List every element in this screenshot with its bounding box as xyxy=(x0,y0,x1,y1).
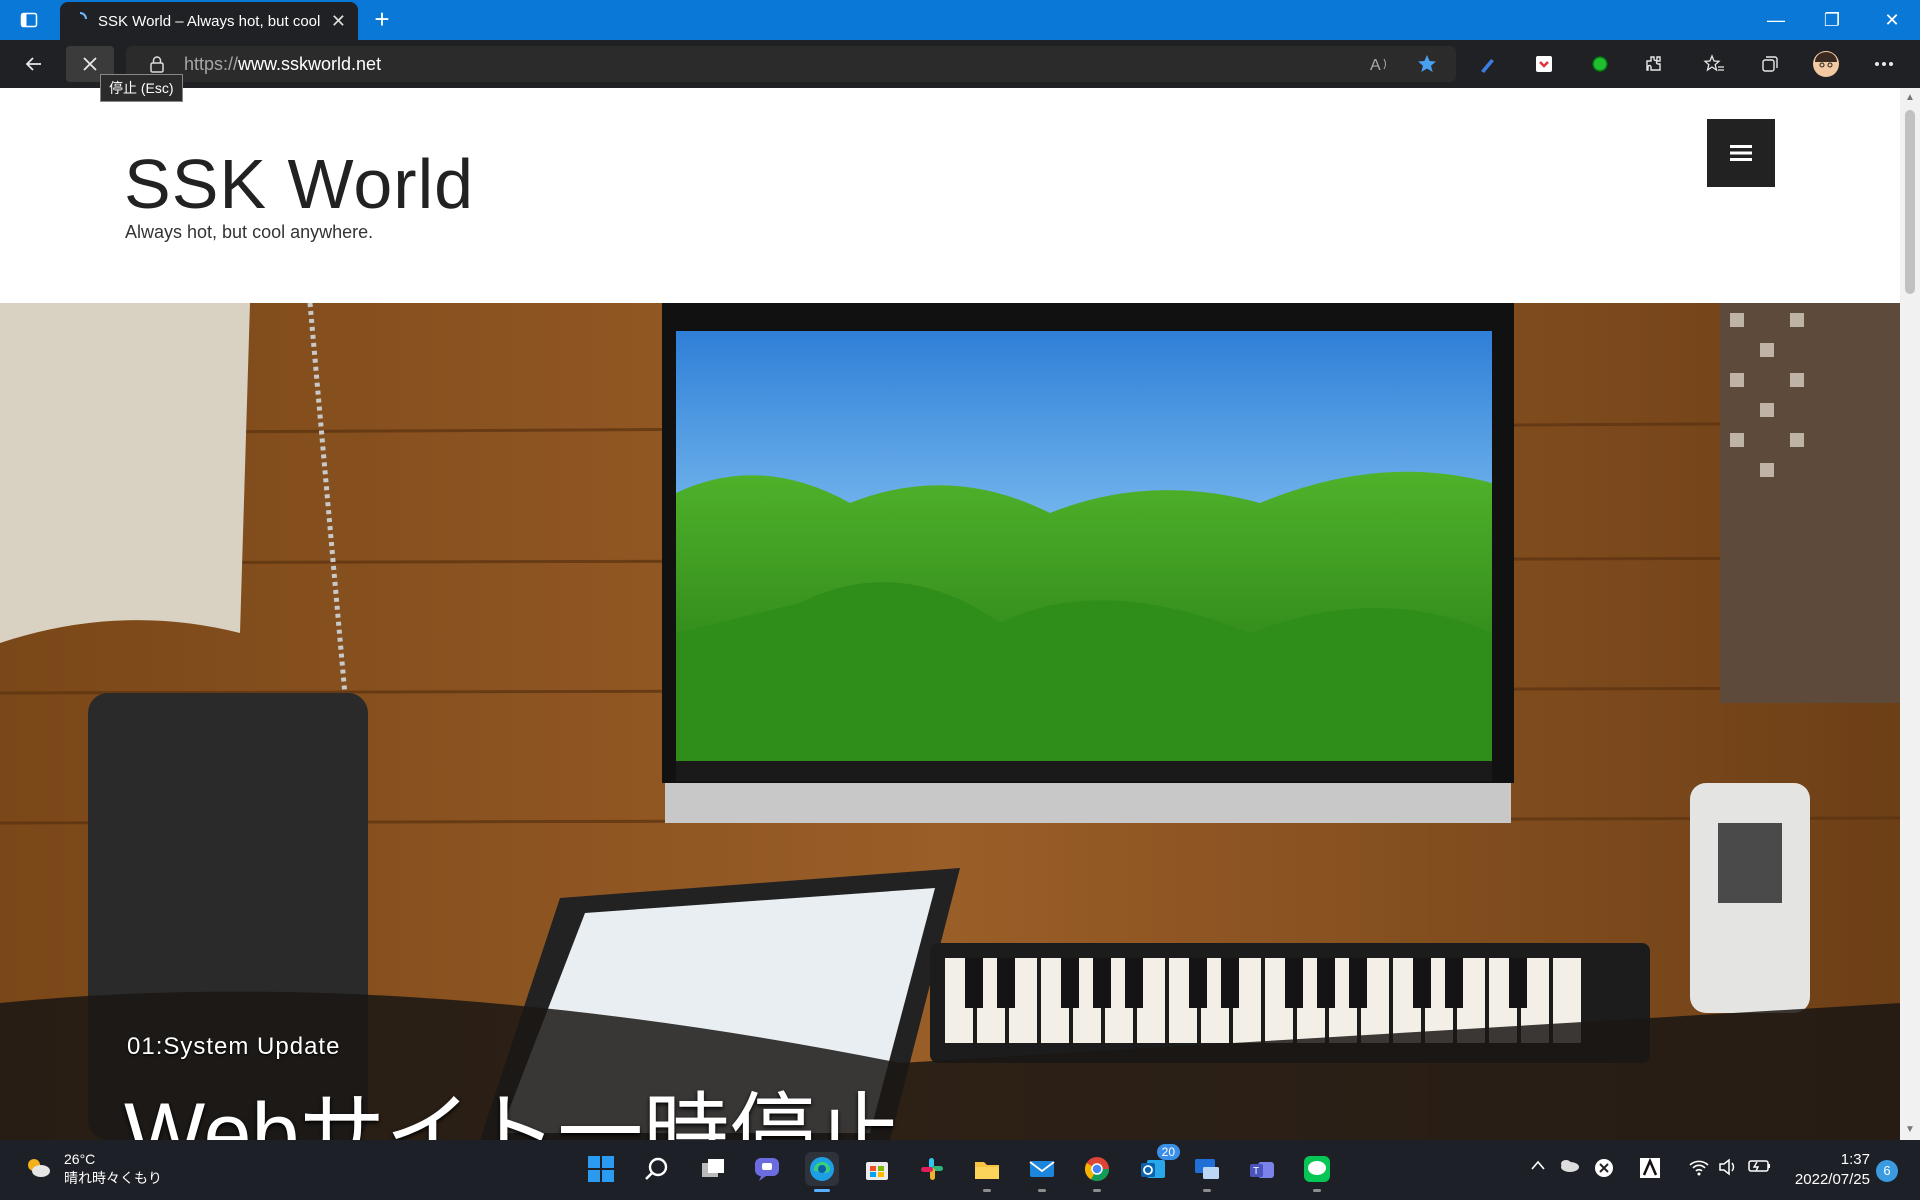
system-clock[interactable]: 1:37 2022/07/25 xyxy=(1780,1150,1870,1190)
collections-icon[interactable] xyxy=(1752,46,1788,82)
chrome-icon[interactable] xyxy=(1080,1152,1114,1192)
file-explorer-icon[interactable] xyxy=(970,1152,1004,1192)
slack-icon[interactable] xyxy=(915,1152,949,1186)
store-icon[interactable] xyxy=(860,1152,894,1186)
browser-toolbar: https://www.sskworld.net A xyxy=(0,40,1920,88)
adobe-tray-icon[interactable] xyxy=(1640,1157,1660,1183)
svg-text:T: T xyxy=(1253,1166,1259,1177)
search-icon[interactable] xyxy=(640,1152,674,1186)
notification-count-badge[interactable]: 6 xyxy=(1876,1160,1898,1182)
windows-taskbar: 26°C 晴れ時々くもり 20 T 1:37 2022/07/25 6 xyxy=(0,1140,1920,1200)
weather-temp: 26°C xyxy=(64,1151,96,1167)
back-button[interactable] xyxy=(16,46,52,82)
battery-icon[interactable] xyxy=(1748,1158,1772,1179)
volume-icon[interactable] xyxy=(1718,1158,1740,1181)
more-menu-icon[interactable] xyxy=(1866,46,1902,82)
minimize-button[interactable]: — xyxy=(1748,0,1804,40)
site-tagline: Always hot, but cool anywhere. xyxy=(125,222,374,242)
site-title[interactable]: SSK World xyxy=(124,144,474,224)
pen-extension-icon[interactable] xyxy=(1470,46,1506,82)
lock-icon[interactable] xyxy=(148,55,166,73)
pocket-extension-icon[interactable] xyxy=(1526,46,1562,82)
favorites-icon[interactable] xyxy=(1696,46,1732,82)
url-host: www.sskworld.net xyxy=(238,53,382,74)
teams-icon[interactable]: T xyxy=(1245,1152,1279,1186)
restore-button[interactable]: ❐ xyxy=(1804,0,1860,40)
chat-icon[interactable] xyxy=(750,1152,784,1186)
tab-actions-icon[interactable] xyxy=(14,8,44,32)
onedrive-icon[interactable] xyxy=(1558,1158,1580,1177)
tab-title: SSK World – Always hot, but cool anywher… xyxy=(98,12,323,30)
hero-title[interactable]: Webサイト一時停止 xyxy=(124,1063,901,1140)
line-app-icon[interactable] xyxy=(1300,1152,1334,1192)
mail-icon[interactable] xyxy=(1025,1152,1059,1192)
favorite-star-icon[interactable] xyxy=(1416,53,1438,80)
close-window-button[interactable]: ✕ xyxy=(1864,0,1920,40)
clock-date: 2022/07/25 xyxy=(1794,1171,1870,1188)
show-hidden-icons-icon[interactable] xyxy=(1530,1158,1546,1176)
web-page: SSK World Always hot, but cool anywhere. xyxy=(0,88,1900,1140)
hero-image[interactable]: 01:System Update Webサイト一時停止 xyxy=(0,303,1900,1140)
clock-time: 1:37 xyxy=(1840,1151,1870,1168)
outlook-icon[interactable]: 20 xyxy=(1136,1144,1180,1186)
start-button[interactable] xyxy=(584,1152,618,1186)
tab-close-icon[interactable]: ✕ xyxy=(331,11,346,32)
extensions-icon[interactable] xyxy=(1636,46,1672,82)
scroll-up-arrow-icon[interactable]: ▲ xyxy=(1904,92,1916,104)
url-scheme: https:// xyxy=(184,53,239,74)
loading-icon xyxy=(72,11,88,31)
new-tab-button[interactable]: + xyxy=(368,6,396,34)
remote-desktop-icon[interactable] xyxy=(1190,1152,1224,1192)
green-extension-icon[interactable] xyxy=(1582,46,1618,82)
svg-text:A: A xyxy=(1370,57,1381,74)
read-aloud-icon[interactable]: A xyxy=(1370,54,1392,79)
profile-avatar[interactable] xyxy=(1808,46,1844,82)
app-tray-close-icon[interactable] xyxy=(1594,1158,1614,1183)
address-bar[interactable]: https://www.sskworld.net A xyxy=(126,46,1456,82)
scroll-thumb[interactable] xyxy=(1905,110,1915,294)
hero-photo xyxy=(0,303,1900,1140)
partly-cloudy-icon xyxy=(24,1155,52,1184)
weather-widget[interactable]: 26°C 晴れ時々くもり xyxy=(24,1150,162,1188)
hamburger-menu-button[interactable] xyxy=(1707,119,1775,187)
wifi-icon[interactable] xyxy=(1688,1158,1710,1181)
browser-titlebar: SSK World – Always hot, but cool anywher… xyxy=(0,0,1920,40)
scroll-down-arrow-icon[interactable]: ▼ xyxy=(1904,1124,1916,1136)
browser-tab[interactable]: SSK World – Always hot, but cool anywher… xyxy=(60,2,358,40)
mail-count-badge: 20 xyxy=(1156,1144,1180,1160)
stop-tooltip: 停止 (Esc) xyxy=(100,74,183,102)
hero-kicker[interactable]: 01:System Update xyxy=(127,1033,340,1061)
task-view-icon[interactable] xyxy=(696,1152,730,1186)
weather-condition: 晴れ時々くもり xyxy=(64,1170,162,1186)
page-scrollbar[interactable]: ▲ ▼ xyxy=(1900,88,1920,1140)
edge-browser-icon[interactable] xyxy=(805,1152,839,1192)
